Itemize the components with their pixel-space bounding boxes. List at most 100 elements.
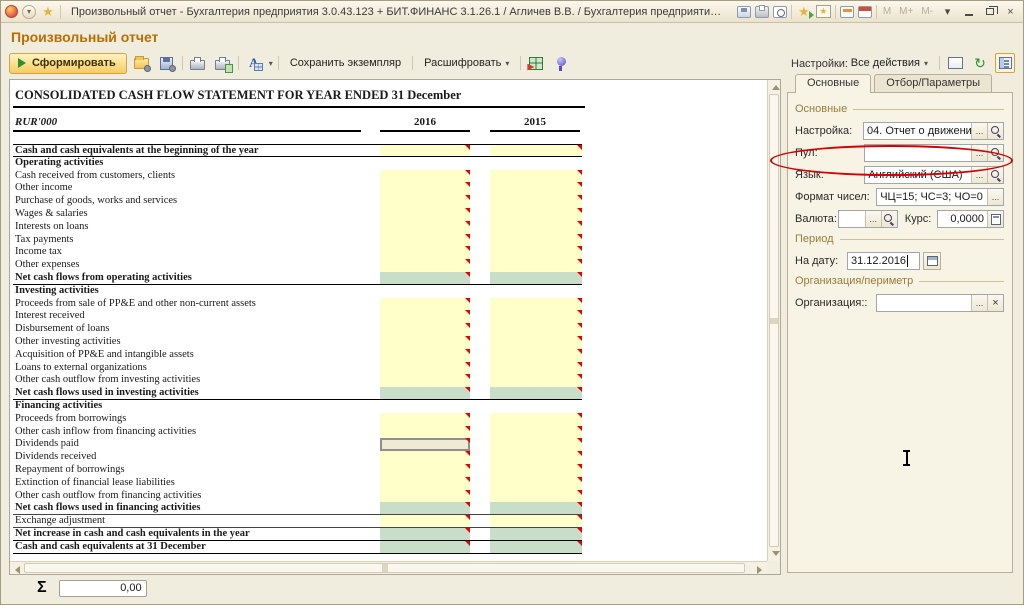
main-menu-button[interactable]: ▾: [22, 5, 36, 19]
print-icon[interactable]: [188, 53, 208, 73]
value-cell-2016[interactable]: [380, 541, 470, 553]
row-label-cell[interactable]: Other expenses: [13, 259, 379, 272]
value-cell-2016[interactable]: [380, 528, 470, 540]
value-cell-2016[interactable]: [380, 323, 470, 336]
row-label-cell[interactable]: Cash and cash equivalents at the beginni…: [13, 145, 379, 156]
minimize-button[interactable]: [960, 4, 977, 19]
number-format-input[interactable]: ЧЦ=15; ЧС=3; ЧО=0 ...: [876, 188, 1004, 206]
on-date-calendar-icon[interactable]: [923, 252, 941, 270]
row-label-cell[interactable]: Dividends paid: [13, 438, 379, 451]
value-cell-2015[interactable]: [490, 349, 582, 362]
value-cell-2015[interactable]: [490, 234, 582, 247]
row-label-cell[interactable]: Proceeds from borrowings: [13, 413, 379, 426]
value-cell-2016[interactable]: [380, 426, 470, 439]
value-cell-2015[interactable]: [490, 272, 582, 284]
export-excel-icon[interactable]: [526, 53, 546, 73]
favorites-star-icon[interactable]: ★: [40, 5, 56, 19]
titlebar-save-icon[interactable]: [737, 6, 751, 18]
value-cell-2016[interactable]: [380, 438, 470, 451]
titlebar-print-preview-icon[interactable]: [773, 6, 787, 18]
print-preview-icon[interactable]: [213, 53, 233, 73]
value-cell-2016[interactable]: [380, 451, 470, 464]
organization-clear-icon[interactable]: ×: [987, 295, 1003, 311]
row-label-cell[interactable]: Other cash outflow from financing activi…: [13, 490, 379, 503]
value-cell-2016[interactable]: [380, 387, 470, 399]
value-cell-2016[interactable]: [380, 246, 470, 259]
value-cell-2015[interactable]: [490, 464, 582, 477]
value-cell-2016[interactable]: [380, 272, 470, 284]
row-label-cell[interactable]: Cash received from customers, clients: [13, 170, 379, 183]
memory-mminus-button[interactable]: M-: [919, 6, 935, 17]
row-label-cell[interactable]: Net cash flows used in financing activit…: [13, 502, 379, 514]
row-label-cell[interactable]: Cash and cash equivalents at 31 December: [13, 541, 379, 553]
format-font-icon[interactable]: A: [244, 53, 264, 73]
memory-m-button[interactable]: M: [881, 6, 893, 17]
rate-input[interactable]: 0,0000: [937, 210, 1004, 228]
value-cell-2016[interactable]: [380, 490, 470, 503]
value-cell-2015[interactable]: [490, 426, 582, 439]
organization-ellipsis-button[interactable]: ...: [971, 295, 987, 311]
value-cell-2015[interactable]: [490, 451, 582, 464]
setting-input[interactable]: 04. Отчет о движении денеж ...: [863, 122, 1004, 140]
setting-ellipsis-button[interactable]: ...: [971, 123, 987, 139]
value-cell-2015[interactable]: [490, 477, 582, 490]
row-label-cell[interactable]: Net cash flows used in investing activit…: [13, 387, 379, 399]
row-label-cell[interactable]: Other cash inflow from financing activit…: [13, 426, 379, 439]
currency-ellipsis-button[interactable]: ...: [865, 211, 881, 227]
pool-search-icon[interactable]: [987, 145, 1003, 161]
currency-input[interactable]: ...: [838, 210, 898, 228]
horizontal-scrollbar[interactable]: [10, 561, 767, 574]
value-cell-2016[interactable]: [380, 170, 470, 183]
row-label-cell[interactable]: Operating activities: [13, 157, 379, 170]
row-label-cell[interactable]: Disbursement of loans: [13, 323, 379, 336]
row-label-cell[interactable]: Dividends received: [13, 451, 379, 464]
language-input[interactable]: Английский (США) ...: [864, 166, 1004, 184]
organization-input[interactable]: ... ×: [876, 294, 1004, 312]
row-label-cell[interactable]: Other investing activities: [13, 336, 379, 349]
value-cell-2016[interactable]: [380, 298, 470, 311]
value-cell-2016[interactable]: [380, 374, 470, 387]
generate-button[interactable]: Сформировать: [9, 53, 127, 74]
value-cell-2016[interactable]: [380, 221, 470, 234]
value-cell-2015[interactable]: [490, 374, 582, 387]
value-cell-2016[interactable]: [380, 413, 470, 426]
value-cell-2016[interactable]: [380, 208, 470, 221]
pool-input[interactable]: ...: [864, 144, 1004, 162]
row-label-cell[interactable]: Other income: [13, 182, 379, 195]
tab-main[interactable]: Основные: [795, 74, 871, 93]
number-format-ellipsis-button[interactable]: ...: [987, 189, 1003, 205]
value-cell-2016[interactable]: [380, 310, 470, 323]
row-label-cell[interactable]: Exchange adjustment: [13, 515, 379, 527]
pool-ellipsis-button[interactable]: ...: [971, 145, 987, 161]
row-label-cell[interactable]: Extinction of financial lease liabilitie…: [13, 477, 379, 490]
vertical-scrollbar[interactable]: [767, 80, 780, 561]
value-cell-2015[interactable]: [490, 221, 582, 234]
row-label-cell[interactable]: Net cash flows from operating activities: [13, 272, 379, 284]
close-button[interactable]: ×: [1002, 4, 1019, 19]
language-search-icon[interactable]: [987, 167, 1003, 183]
scroll-down-icon[interactable]: [772, 551, 780, 556]
save-instance-button[interactable]: Сохранить экземпляр: [284, 54, 407, 72]
tab-filter-parameters[interactable]: Отбор/Параметры: [874, 74, 992, 93]
vertical-scroll-thumb[interactable]: [769, 94, 779, 547]
value-cell-2015[interactable]: [490, 208, 582, 221]
memory-mplus-button[interactable]: M+: [897, 6, 915, 17]
value-cell-2015[interactable]: [490, 387, 582, 399]
titlebar-dropdown-icon[interactable]: ▾: [939, 4, 956, 19]
row-label-cell[interactable]: Income tax: [13, 246, 379, 259]
row-label-cell[interactable]: Interests on loans: [13, 221, 379, 234]
value-cell-2016[interactable]: [380, 502, 470, 514]
value-cell-2015[interactable]: [490, 413, 582, 426]
calculator-icon[interactable]: [840, 6, 854, 18]
save-settings-icon[interactable]: [157, 53, 177, 73]
rate-calculator-icon[interactable]: [987, 211, 1003, 227]
value-cell-2015[interactable]: [490, 298, 582, 311]
value-cell-2015[interactable]: [490, 541, 582, 553]
scroll-right-icon[interactable]: [757, 566, 762, 574]
scroll-left-icon[interactable]: [15, 566, 20, 574]
value-cell-2015[interactable]: [490, 438, 582, 451]
row-label-cell[interactable]: Loans to external organizations: [13, 362, 379, 375]
value-cell-2016[interactable]: [380, 182, 470, 195]
row-label-cell[interactable]: Financing activities: [13, 400, 379, 413]
setting-search-icon[interactable]: [987, 123, 1003, 139]
